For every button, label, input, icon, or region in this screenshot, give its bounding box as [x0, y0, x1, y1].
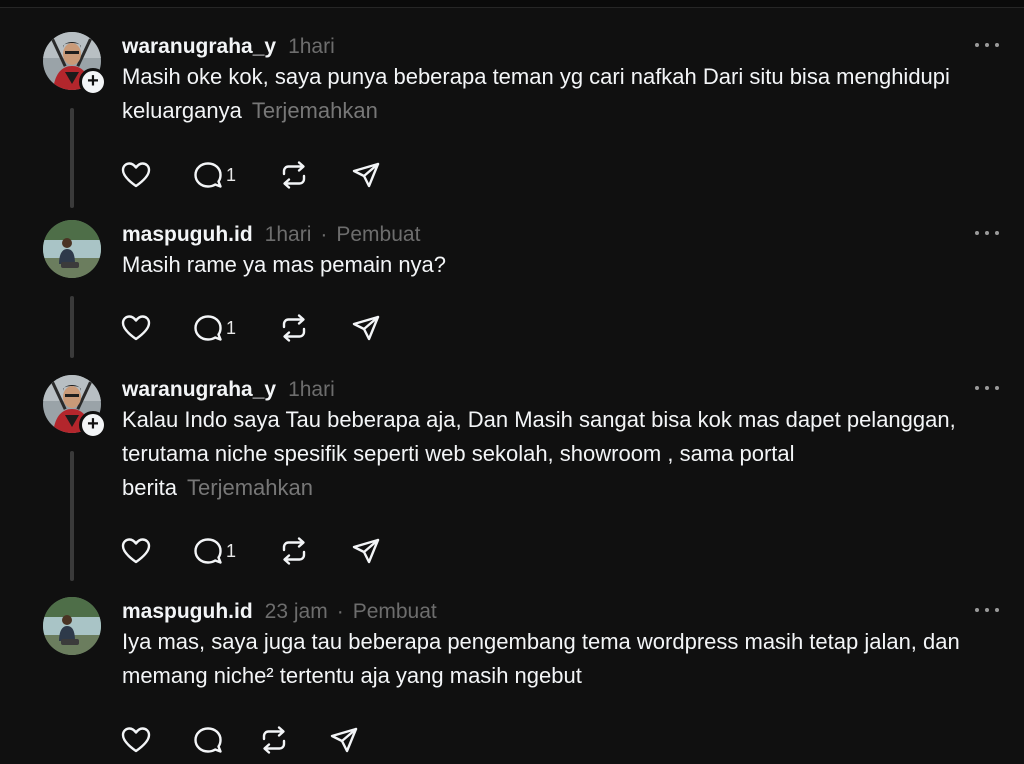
share-icon [350, 159, 382, 191]
more-options-icon[interactable] [975, 43, 1001, 51]
share-button[interactable] [350, 535, 390, 567]
heart-icon [120, 159, 152, 191]
like-button[interactable] [120, 535, 192, 567]
thread-line [70, 296, 74, 358]
comment-icon [192, 312, 224, 344]
like-button[interactable] [120, 159, 192, 191]
post-text: Iya mas, saya juga tau beberapa pengemba… [122, 625, 982, 693]
author-badge: Pembuat [352, 600, 437, 623]
avatar[interactable] [43, 597, 101, 655]
translate-link[interactable]: Terjemahkan [187, 475, 313, 500]
author-badge: Pembuat [336, 223, 421, 246]
username[interactable]: waranugraha_y [122, 378, 276, 402]
share-icon [350, 535, 382, 567]
username[interactable]: maspuguh.id [122, 600, 253, 624]
post-header: waranugraha_y 1hari [122, 375, 335, 405]
heart-icon [120, 724, 152, 756]
timestamp[interactable]: 1hari [288, 35, 335, 59]
share-button[interactable] [350, 159, 390, 191]
reply-button[interactable] [192, 724, 258, 756]
post-header: maspuguh.id 23 jam · Pembuat [122, 597, 437, 627]
post-text: Masih oke kok, saya punya beberapa teman… [122, 60, 982, 128]
reply-button[interactable]: 1 [192, 312, 278, 344]
comment-icon [192, 724, 224, 756]
reply-button[interactable]: 1 [192, 535, 278, 567]
post-header: maspuguh.id 1hari · Pembuat [122, 220, 420, 250]
username[interactable]: waranugraha_y [122, 35, 276, 59]
timestamp[interactable]: 1hari [265, 223, 312, 247]
action-bar [120, 724, 368, 756]
more-options-icon[interactable] [975, 386, 1001, 394]
thread-line [70, 108, 74, 208]
reply-count: 1 [226, 164, 237, 185]
reply-count: 1 [226, 317, 237, 338]
plus-icon[interactable]: + [79, 411, 107, 439]
share-button[interactable] [350, 312, 390, 344]
more-options-icon[interactable] [975, 608, 1001, 616]
post-body: Masih rame ya mas pemain nya? [122, 252, 447, 277]
repost-button[interactable] [278, 159, 350, 191]
post-text: Masih rame ya mas pemain nya? [122, 248, 982, 282]
post-body: Iya mas, saya juga tau beberapa pengemba… [122, 629, 960, 688]
separator-dot: · [320, 223, 328, 246]
username[interactable]: maspuguh.id [122, 223, 253, 247]
action-bar: 1 [120, 535, 390, 567]
avatar[interactable] [43, 220, 101, 278]
repost-icon [258, 724, 290, 756]
share-button[interactable] [328, 724, 368, 756]
action-bar: 1 [120, 159, 390, 191]
separator-dot: · [336, 600, 344, 623]
like-button[interactable] [120, 312, 192, 344]
reply-count: 1 [226, 540, 237, 561]
translate-link[interactable]: Terjemahkan [252, 98, 378, 123]
repost-button[interactable] [278, 312, 350, 344]
thread-line [70, 451, 74, 581]
timestamp[interactable]: 1hari [288, 378, 335, 402]
like-button[interactable] [120, 724, 192, 756]
share-icon [350, 312, 382, 344]
post-text: Kalau Indo saya Tau beberapa aja, Dan Ma… [122, 403, 982, 505]
repost-icon [278, 535, 310, 567]
top-divider [0, 0, 1024, 8]
timestamp[interactable]: 23 jam [265, 600, 328, 624]
repost-button[interactable] [278, 535, 350, 567]
heart-icon [120, 312, 152, 344]
repost-button[interactable] [258, 724, 328, 756]
more-options-icon[interactable] [975, 231, 1001, 239]
post-body: Masih oke kok, saya punya beberapa teman… [122, 64, 950, 123]
heart-icon [120, 535, 152, 567]
share-icon [328, 724, 360, 756]
repost-icon [278, 159, 310, 191]
reply-button[interactable]: 1 [192, 159, 278, 191]
post-header: waranugraha_y 1hari [122, 32, 335, 62]
comment-icon [192, 535, 224, 567]
repost-icon [278, 312, 310, 344]
action-bar: 1 [120, 312, 390, 344]
comment-icon [192, 159, 224, 191]
plus-icon[interactable]: + [79, 68, 107, 96]
